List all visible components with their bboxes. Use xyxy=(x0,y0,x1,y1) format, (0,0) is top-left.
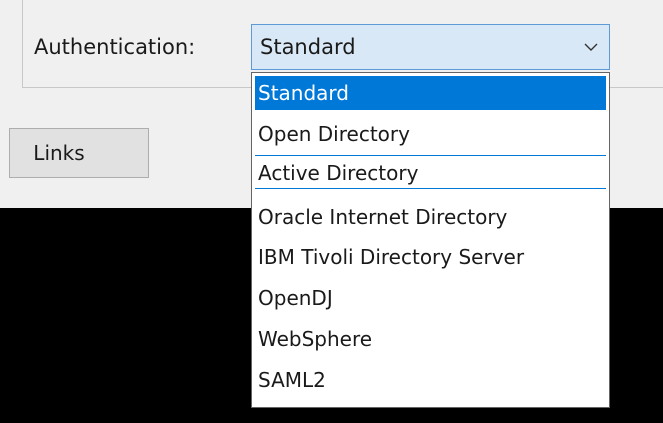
dropdown-option-websphere[interactable]: WebSphere xyxy=(255,322,606,356)
dropdown-option-open-directory[interactable]: Open Directory xyxy=(255,117,606,151)
dropdown-option-saml2[interactable]: SAML2 xyxy=(255,363,606,397)
authentication-combobox[interactable]: Standard xyxy=(251,24,610,70)
dropdown-option-opendj[interactable]: OpenDJ xyxy=(255,281,606,315)
settings-window: Authentication: Standard Links Standard … xyxy=(0,0,663,423)
chevron-down-icon[interactable] xyxy=(583,39,599,55)
dropdown-option-oracle-internet-directory[interactable]: Oracle Internet Directory xyxy=(255,200,606,234)
authentication-selected-value: Standard xyxy=(260,35,356,59)
dropdown-option-ibm-tivoli-directory-server[interactable]: IBM Tivoli Directory Server xyxy=(255,240,606,274)
authentication-label: Authentication: xyxy=(34,35,196,59)
links-button[interactable]: Links xyxy=(9,128,149,178)
authentication-dropdown-list: Standard Open Directory Active Directory… xyxy=(251,72,610,408)
dropdown-option-standard[interactable]: Standard xyxy=(255,76,606,110)
dropdown-option-active-directory[interactable]: Active Directory xyxy=(255,155,606,189)
